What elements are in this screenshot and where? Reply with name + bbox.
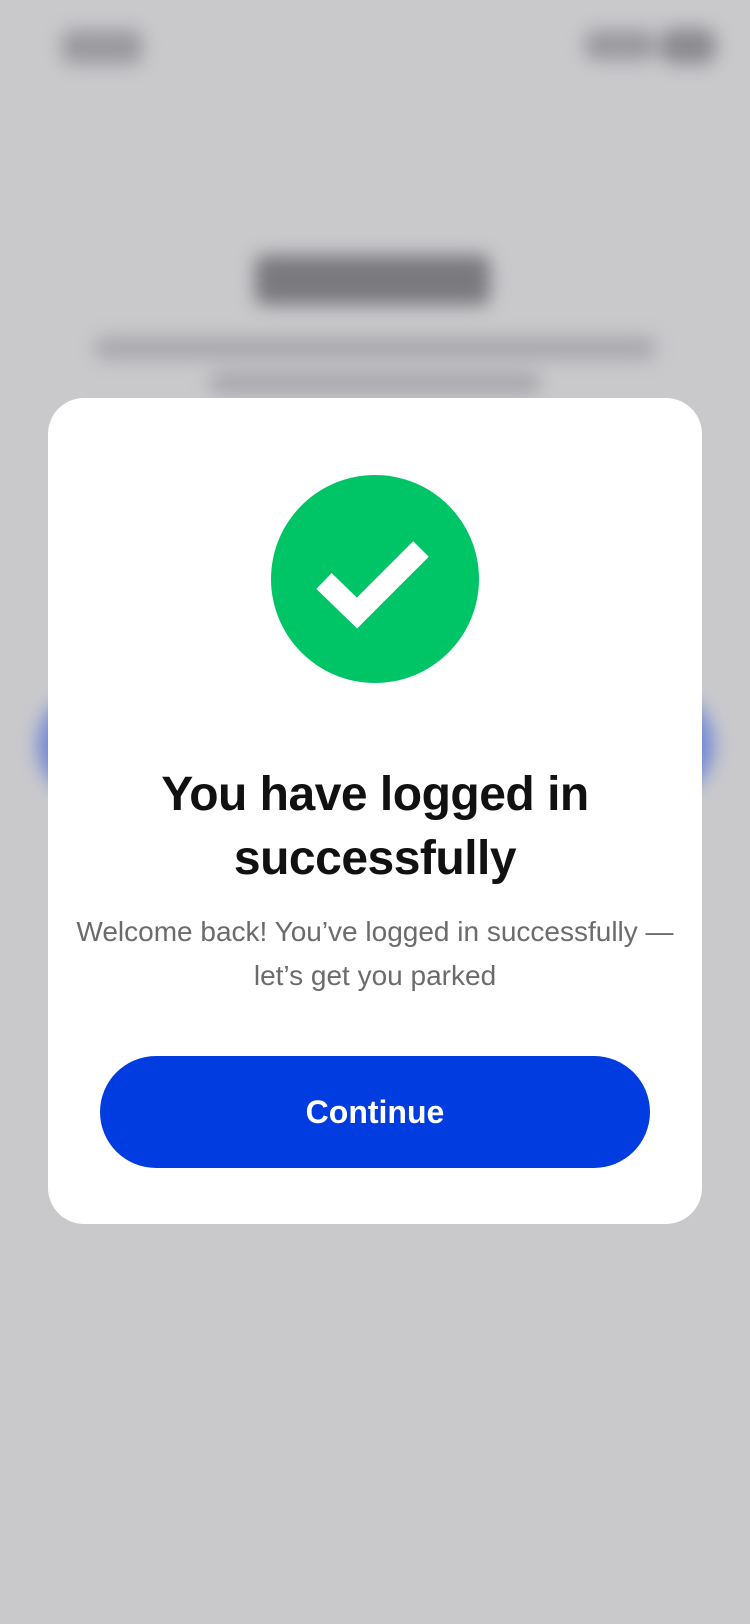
continue-button[interactable]: Continue bbox=[100, 1056, 650, 1168]
status-bar-time bbox=[62, 30, 142, 64]
checkmark-icon bbox=[316, 541, 429, 629]
background-page-title bbox=[255, 255, 490, 305]
battery-icon bbox=[660, 28, 716, 64]
background-page-subtitle-line bbox=[95, 337, 655, 359]
dialog-title: You have logged in successfully bbox=[161, 768, 589, 885]
background-page-subtitle-line bbox=[210, 372, 540, 394]
success-dialog: You have logged in successfully Welcome … bbox=[48, 398, 702, 1224]
dialog-message: Welcome back! You’ve logged in successfu… bbox=[76, 916, 674, 991]
checkmark-circle-icon bbox=[271, 475, 479, 683]
status-bar-icons bbox=[585, 30, 655, 60]
